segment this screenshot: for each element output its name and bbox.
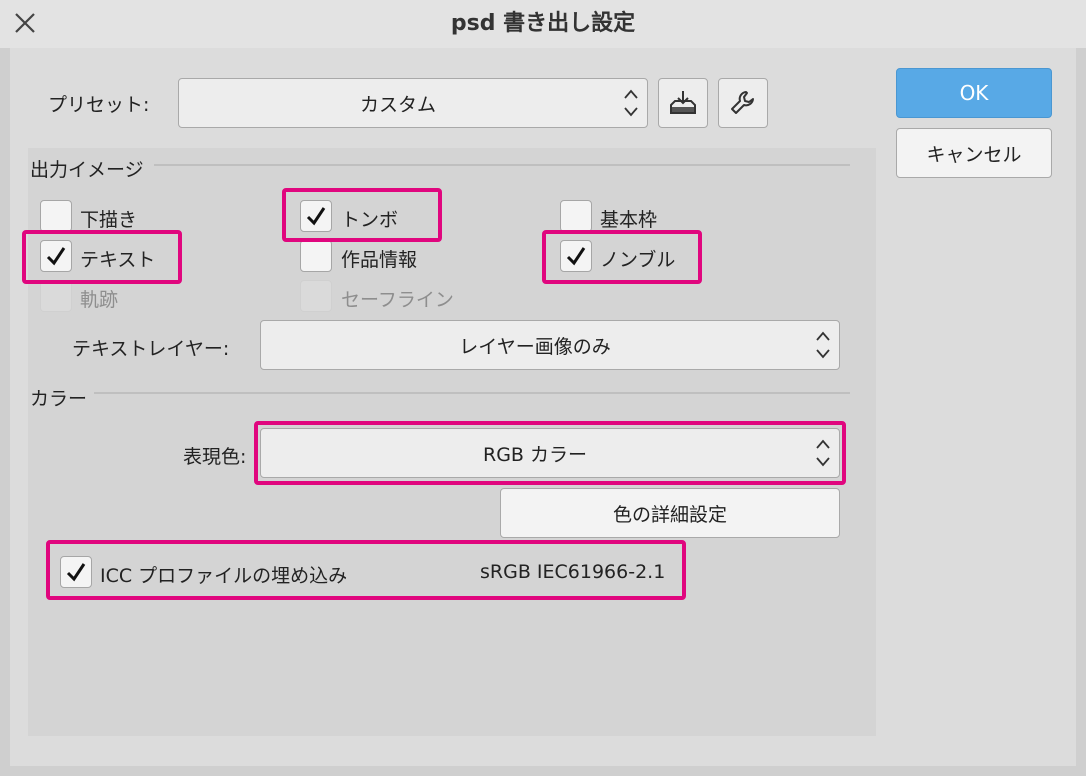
draft-label: 下描き <box>80 209 138 231</box>
text-layer-label: テキストレイヤー: <box>72 338 230 360</box>
basic-frame-label: 基本枠 <box>600 209 658 231</box>
chevron-updown-icon <box>816 331 830 359</box>
safe-line-label: セーフライン <box>341 289 454 311</box>
preset-settings-button[interactable] <box>718 78 768 128</box>
dialog-title: psd 書き出し設定 <box>450 11 636 36</box>
wrench-icon <box>731 91 754 114</box>
draft-checkbox[interactable] <box>40 200 72 232</box>
text-layer-select[interactable]: レイヤー画像のみ <box>260 320 840 370</box>
section-divider <box>154 164 850 166</box>
work-info-checkbox[interactable] <box>300 240 332 272</box>
color-section-label: カラー <box>30 388 88 410</box>
color-detail-settings-button[interactable]: 色の詳細設定 <box>500 488 840 538</box>
highlight-color-expression <box>254 421 846 485</box>
highlight-icc-profile <box>46 540 686 600</box>
save-preset-icon <box>670 91 696 114</box>
safe-line-checkbox[interactable] <box>300 280 332 312</box>
color-expression-label: 表現色: <box>183 446 247 468</box>
close-button[interactable] <box>6 6 44 42</box>
text-layer-value: レイヤー画像のみ <box>459 335 611 358</box>
trace-checkbox[interactable] <box>40 280 72 312</box>
highlight-crop-marks-option <box>282 188 442 242</box>
ok-button[interactable]: OK <box>896 68 1052 118</box>
section-divider <box>94 392 850 394</box>
highlight-page-number-option <box>542 230 702 284</box>
preset-label: プリセット: <box>48 94 150 116</box>
basic-frame-checkbox[interactable] <box>560 200 592 232</box>
work-info-label: 作品情報 <box>341 249 418 271</box>
save-preset-button[interactable] <box>658 78 708 128</box>
trace-label: 軌跡 <box>80 289 119 311</box>
cancel-button[interactable]: キャンセル <box>896 128 1052 178</box>
preset-value: カスタム <box>359 93 436 116</box>
highlight-text-option <box>22 230 182 284</box>
output-image-section-label: 出力イメージ <box>30 159 144 181</box>
chevron-updown-icon <box>624 89 638 117</box>
close-icon <box>15 13 35 33</box>
preset-select[interactable]: カスタム <box>178 78 648 128</box>
